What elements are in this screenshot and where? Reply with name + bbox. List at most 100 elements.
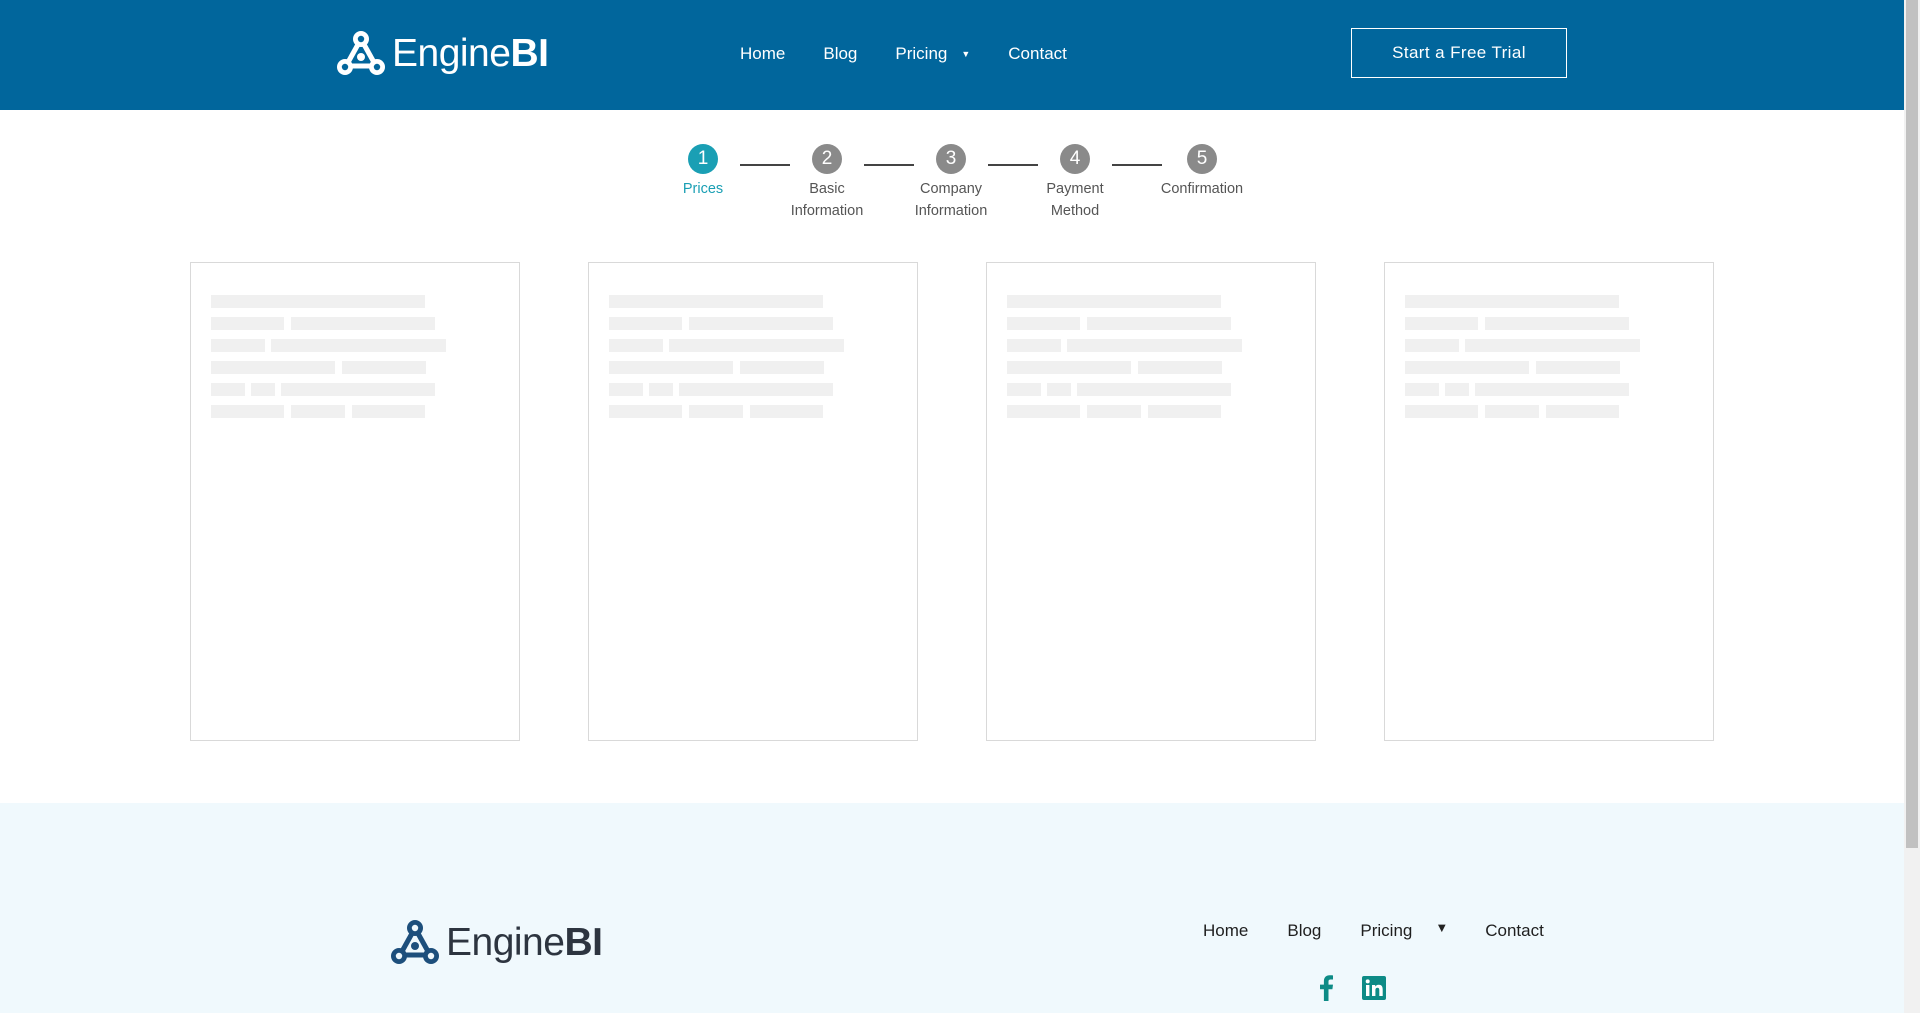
pricing-card-placeholder xyxy=(1384,262,1714,741)
skeleton-line xyxy=(1536,361,1620,374)
logo-text: EngineBI xyxy=(392,31,549,75)
skeleton-line xyxy=(1405,405,1478,418)
footer-nav-pricing-link[interactable]: Pricing xyxy=(1360,921,1412,941)
step-number: 5 xyxy=(1187,144,1217,174)
skeleton-line xyxy=(352,405,425,418)
skeleton-line xyxy=(689,405,743,418)
skeleton-line xyxy=(1047,383,1071,396)
step-basic-information: 2 Basic Information xyxy=(772,144,882,222)
skeleton-line xyxy=(609,339,663,352)
page-scrollbar[interactable] xyxy=(1904,0,1920,1013)
step-label-line: Method xyxy=(1050,203,1100,219)
skeleton-line xyxy=(1475,383,1629,396)
step-number: 1 xyxy=(688,144,718,174)
skeleton-line xyxy=(1138,361,1222,374)
skeleton-line xyxy=(211,383,245,396)
step-prices: 1 Prices xyxy=(648,144,758,200)
enginebi-logo-icon xyxy=(391,920,439,964)
skeleton-line xyxy=(609,383,643,396)
skeleton-line xyxy=(1465,339,1640,352)
nav-pricing-dropdown[interactable]: Pricing ▼ xyxy=(895,44,970,64)
step-label-line: Payment xyxy=(1046,181,1104,197)
step-payment-method: 4 Payment Method xyxy=(1020,144,1130,222)
start-free-trial-button[interactable]: Start a Free Trial xyxy=(1351,28,1567,78)
skeleton-line xyxy=(1007,405,1080,418)
linkedin-icon[interactable] xyxy=(1362,976,1386,1000)
skeleton-line xyxy=(1067,339,1242,352)
step-label: Confirmation xyxy=(1147,178,1257,200)
step-label-line: Information xyxy=(790,203,864,219)
skeleton-line xyxy=(211,405,284,418)
skeleton-line xyxy=(609,361,733,374)
skeleton-line xyxy=(1405,383,1439,396)
skeleton-line xyxy=(1007,317,1080,330)
footer-nav-pricing-dropdown[interactable]: Pricing ▼ xyxy=(1360,920,1448,941)
step-number: 2 xyxy=(812,144,842,174)
footer-nav: Home Blog Pricing ▼ Contact xyxy=(1203,920,1583,941)
pricing-card-placeholder xyxy=(986,262,1316,741)
logo-text: EngineBI xyxy=(446,920,603,964)
nav-home-link[interactable]: Home xyxy=(740,44,785,64)
skeleton-line xyxy=(1405,361,1529,374)
skeleton-line xyxy=(211,361,335,374)
skeleton-line xyxy=(281,383,435,396)
skeleton-line xyxy=(1007,339,1061,352)
step-label: Basic Information xyxy=(772,178,882,222)
logo-text-light: Engine xyxy=(392,31,511,75)
header-logo[interactable]: EngineBI xyxy=(336,30,549,76)
nav-contact-link[interactable]: Contact xyxy=(1008,44,1067,64)
skeleton-line xyxy=(1485,317,1629,330)
page: EngineBI Home Blog Pricing ▼ Contact Sta… xyxy=(0,0,1904,1013)
skeleton-line xyxy=(1405,317,1478,330)
skeleton-line xyxy=(291,405,345,418)
skeleton-line xyxy=(1007,361,1131,374)
nav-blog-link[interactable]: Blog xyxy=(823,44,857,64)
scrollbar-thumb[interactable] xyxy=(1906,0,1918,848)
skeleton-line xyxy=(669,339,844,352)
skeleton-line xyxy=(1087,405,1141,418)
facebook-icon[interactable] xyxy=(1318,975,1334,1001)
step-number: 4 xyxy=(1060,144,1090,174)
step-company-information: 3 Company Information xyxy=(896,144,1006,222)
skeleton-line xyxy=(251,383,275,396)
caret-down-icon[interactable]: ▼ xyxy=(961,49,970,59)
step-label-line: Information xyxy=(914,203,988,219)
header-nav: Home Blog Pricing ▼ Contact xyxy=(740,44,1105,64)
logo-text-light: Engine xyxy=(446,920,565,964)
skeleton-line xyxy=(679,383,833,396)
step-label-line: Confirmation xyxy=(1160,181,1244,197)
skeleton-line xyxy=(609,295,823,308)
footer-logo[interactable]: EngineBI xyxy=(390,919,603,965)
logo-text-bold: BI xyxy=(564,920,603,964)
skeleton-line xyxy=(271,339,446,352)
footer-nav-home-link[interactable]: Home xyxy=(1203,921,1248,941)
skeleton-line xyxy=(609,405,682,418)
step-label: Payment Method xyxy=(1020,178,1130,222)
skeleton-line xyxy=(1007,383,1041,396)
skeleton-line xyxy=(649,383,673,396)
skeleton-line xyxy=(609,317,682,330)
footer-nav-blog-link[interactable]: Blog xyxy=(1287,921,1321,941)
skeleton-line xyxy=(1087,317,1231,330)
site-footer: EngineBI Home Blog Pricing ▼ Contact xyxy=(0,803,1904,1013)
skeleton-line xyxy=(211,339,265,352)
site-header: EngineBI Home Blog Pricing ▼ Contact Sta… xyxy=(0,0,1904,110)
social-links xyxy=(1318,975,1386,1001)
step-number: 3 xyxy=(936,144,966,174)
pricing-card-placeholder xyxy=(588,262,918,741)
caret-down-icon[interactable]: ▼ xyxy=(1435,920,1448,935)
nav-pricing-link[interactable]: Pricing xyxy=(895,44,947,64)
skeleton-line xyxy=(1007,295,1221,308)
skeleton-line xyxy=(291,317,435,330)
skeleton-line xyxy=(750,405,823,418)
skeleton-line xyxy=(1405,339,1459,352)
step-label-line: Prices xyxy=(682,181,724,197)
footer-nav-contact-link[interactable]: Contact xyxy=(1485,921,1544,941)
step-confirmation: 5 Confirmation xyxy=(1147,144,1257,200)
skeleton-line xyxy=(689,317,833,330)
logo-text-bold: BI xyxy=(510,31,549,75)
step-label: Prices xyxy=(648,178,758,200)
skeleton-line xyxy=(1148,405,1221,418)
skeleton-line xyxy=(1485,405,1539,418)
skeleton-line xyxy=(211,295,425,308)
